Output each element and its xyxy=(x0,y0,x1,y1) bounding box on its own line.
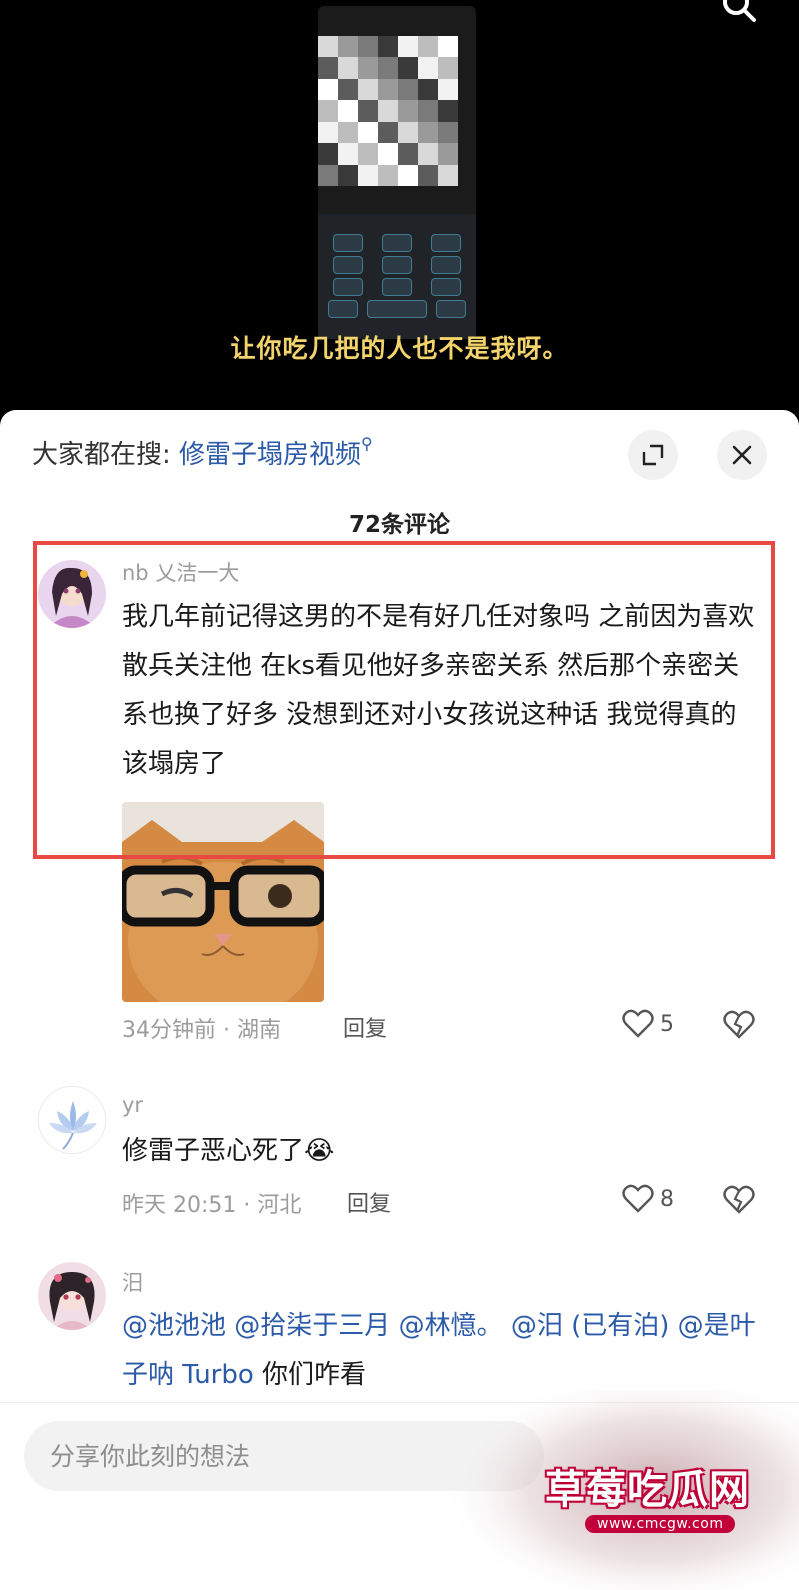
heart-icon xyxy=(622,1184,654,1213)
highlight-box xyxy=(33,541,775,859)
close-icon xyxy=(732,445,752,465)
heart-icon xyxy=(622,1009,654,1038)
phone-keyboard xyxy=(318,214,476,339)
watermark-logo-text: 草莓吃瓜网 xyxy=(545,1467,750,1513)
phone-input-line xyxy=(324,190,470,208)
reply-button[interactable]: 回复 xyxy=(343,1011,387,1043)
avatar[interactable] xyxy=(38,1086,106,1154)
like-count: 5 xyxy=(660,1011,674,1037)
comment-text: @池池池 @拾柒于三月 @林憶。 @汨 (已有泊) @是叶子呐 Turbo 你们… xyxy=(122,1302,762,1400)
like-button[interactable]: 5 xyxy=(622,1009,674,1039)
like-button[interactable]: 8 xyxy=(622,1184,674,1214)
comment-meta: 昨天 20:51 · 河北 xyxy=(122,1193,302,1218)
pixelated-content xyxy=(318,36,458,186)
broken-heart-icon[interactable] xyxy=(722,1010,756,1040)
comment-count: 72条评论 xyxy=(348,512,450,538)
close-button[interactable] xyxy=(717,430,767,480)
phone-status-bar xyxy=(318,6,476,26)
expand-button[interactable] xyxy=(628,430,678,480)
video-player[interactable]: 让你吃几把的人也不是我呀。 xyxy=(0,0,799,415)
broken-heart-icon[interactable] xyxy=(722,1185,756,1215)
search-suggestion[interactable]: 大家都在搜: 修雷子塌房视频⚲ xyxy=(32,434,373,471)
avatar[interactable] xyxy=(38,1262,106,1330)
search-small-icon: ⚲ xyxy=(361,434,373,453)
watermark-url: www.cmcgw.com xyxy=(585,1515,736,1533)
mention-link[interactable]: @汨 (已有泊) xyxy=(511,1311,670,1341)
mention-link[interactable]: @池池池 xyxy=(122,1311,226,1341)
video-subtitle: 让你吃几把的人也不是我呀。 xyxy=(230,334,569,363)
reply-button[interactable]: 回复 xyxy=(347,1186,391,1218)
comment-username[interactable]: yr xyxy=(122,1093,143,1117)
search-icon[interactable] xyxy=(720,0,760,26)
suggest-query-link[interactable]: 修雷子塌房视频 xyxy=(179,440,361,470)
mention-link[interactable]: @林憶。 xyxy=(399,1311,503,1341)
crying-laughing-emoji: 😭 xyxy=(304,1136,335,1166)
comment-username[interactable]: 汨 xyxy=(122,1267,143,1297)
comment-tail-text: 你们咋看 xyxy=(262,1360,367,1390)
comment-meta: 34分钟前 · 湖南 xyxy=(122,1018,281,1043)
video-phone-screenshot xyxy=(318,6,476,339)
like-count: 8 xyxy=(660,1186,674,1212)
expand-icon xyxy=(642,444,664,466)
mention-link[interactable]: @拾柒于三月 xyxy=(234,1311,390,1341)
comment-text: 修雷子恶心死了😭 xyxy=(122,1136,335,1166)
suggest-prefix: 大家都在搜: xyxy=(32,440,171,470)
